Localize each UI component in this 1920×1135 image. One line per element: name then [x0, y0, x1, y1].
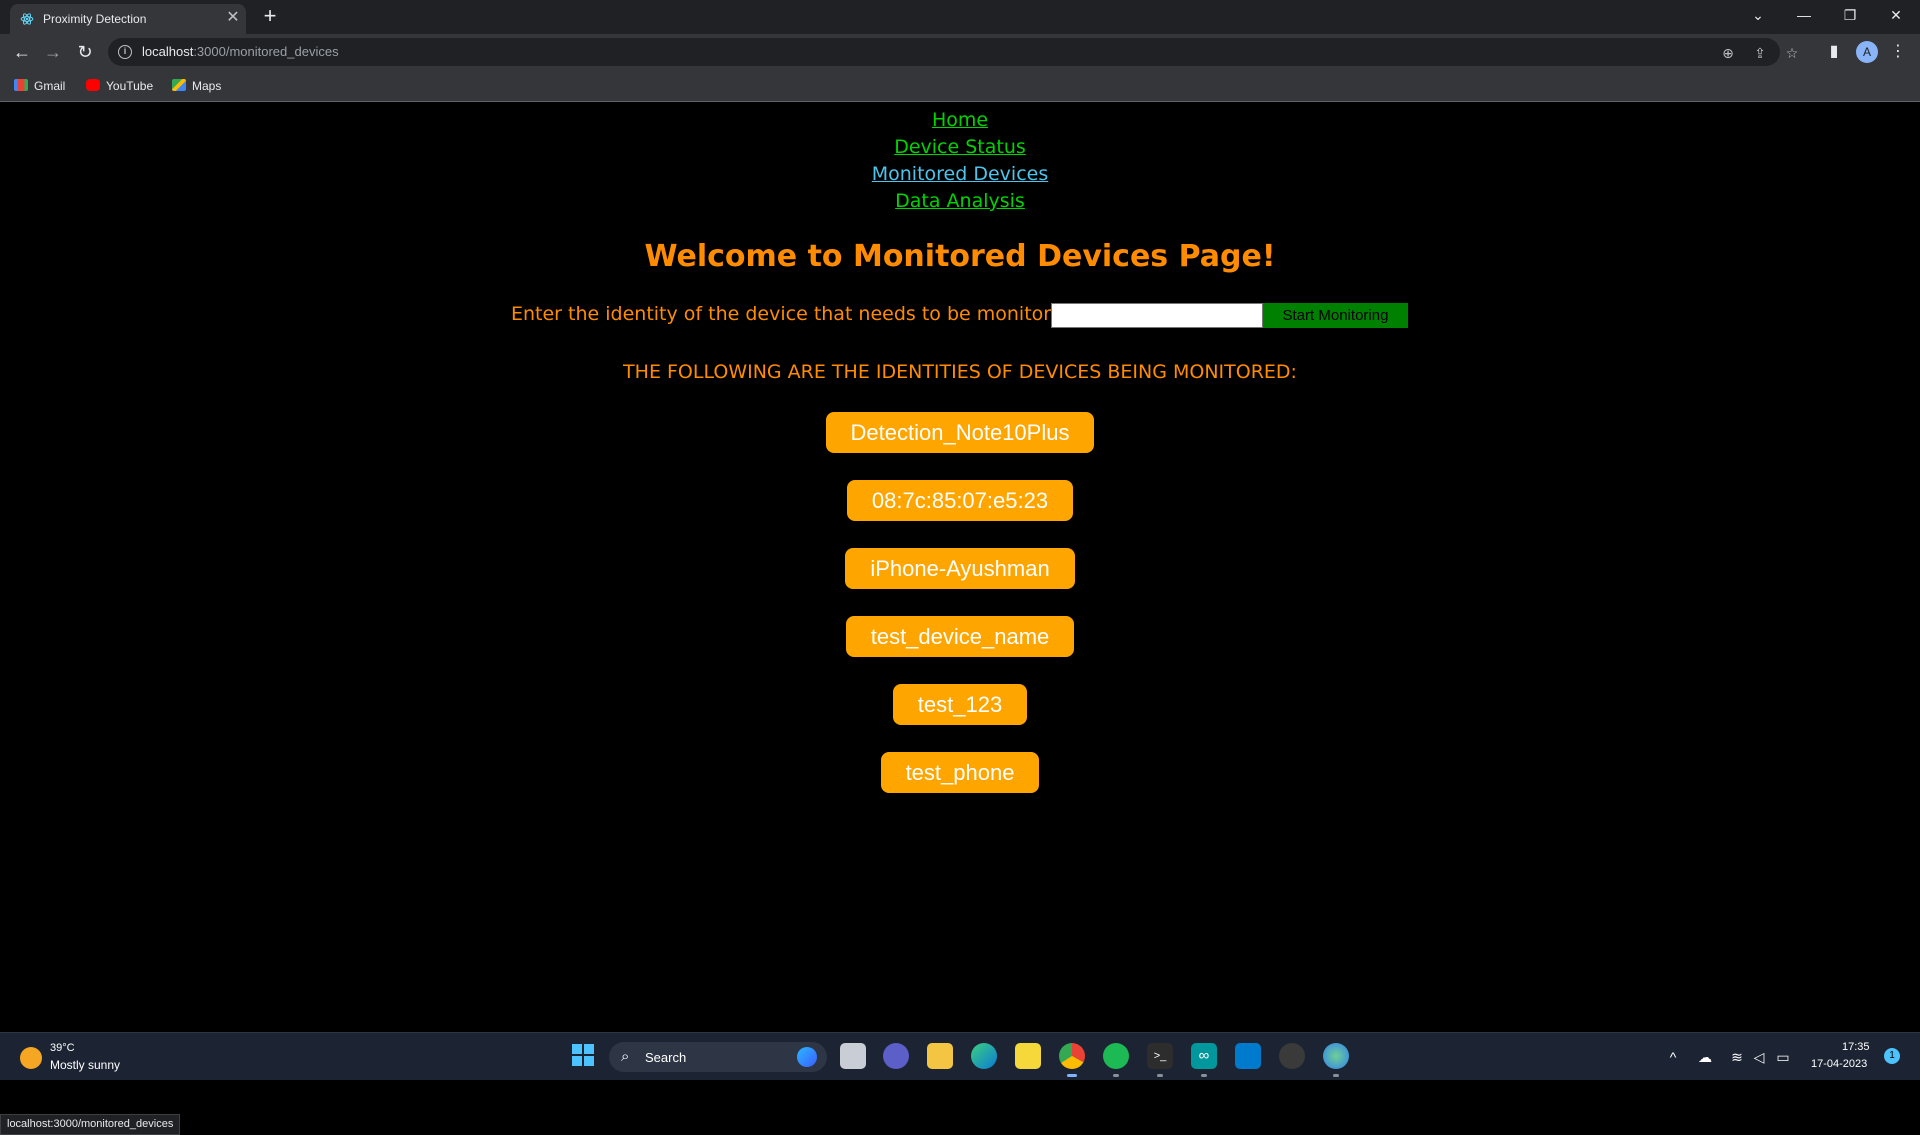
- device-list: Detection_Note10Plus 08:7c:85:07:e5:23 i…: [0, 412, 1920, 820]
- main-nav: Home Device Status Monitored Devices Dat…: [0, 107, 1920, 215]
- task-view-icon[interactable]: [840, 1043, 866, 1069]
- device-badge[interactable]: test_123: [892, 684, 1028, 725]
- weather-sun-icon[interactable]: [20, 1047, 42, 1069]
- nav-link-monitored-devices[interactable]: Monitored Devices: [0, 161, 1920, 188]
- device-identity-input[interactable]: [1051, 303, 1263, 328]
- url-text[interactable]: localhost:3000/monitored_devices: [142, 44, 339, 59]
- clock-time[interactable]: 17:35: [1842, 1041, 1870, 1053]
- device-badge[interactable]: test_device_name: [845, 616, 1075, 657]
- nav-link-data-analysis[interactable]: Data Analysis: [0, 188, 1920, 215]
- device-badge[interactable]: test_phone: [880, 752, 1040, 793]
- sticky-notes-icon[interactable]: [1015, 1043, 1041, 1069]
- device-badge[interactable]: 08:7c:85:07:e5:23: [846, 480, 1074, 521]
- device-identity-label: Enter the identity of the device that ne…: [511, 303, 1081, 325]
- globe-app-icon[interactable]: [1323, 1043, 1349, 1077]
- browser-toolbar: ← → ↻ i localhost:3000/monitored_devices…: [0, 34, 1920, 70]
- site-info-icon[interactable]: i: [118, 45, 132, 59]
- browser-tab-bar: Proximity Detection ✕ + ⌄ — ❐ ✕: [0, 0, 1920, 34]
- address-bar[interactable]: i localhost:3000/monitored_devices ⊕ ⇪ ☆: [108, 38, 1798, 66]
- show-hidden-icons-icon[interactable]: ^: [1664, 1047, 1682, 1067]
- start-monitoring-button[interactable]: Start Monitoring: [1263, 303, 1408, 328]
- forward-icon[interactable]: →: [41, 40, 65, 64]
- obs-icon[interactable]: [1279, 1043, 1305, 1069]
- browser-tab[interactable]: Proximity Detection ✕: [10, 4, 246, 34]
- bookmarks-bar: Gmail YouTube Maps: [0, 70, 1920, 102]
- bookmark-maps[interactable]: Maps: [172, 77, 221, 95]
- bing-icon[interactable]: [797, 1047, 817, 1067]
- onedrive-cloud-icon[interactable]: ☁: [1696, 1047, 1714, 1067]
- youtube-icon: [86, 79, 100, 91]
- volume-icon[interactable]: ◁: [1750, 1047, 1768, 1067]
- link-status-bar: localhost:3000/monitored_devices: [0, 1114, 181, 1135]
- weather-temperature[interactable]: 39°C: [50, 1042, 75, 1054]
- monitor-form: Enter the identity of the device that ne…: [0, 301, 1920, 329]
- bookmark-youtube[interactable]: YouTube: [86, 77, 153, 95]
- bookmark-star-icon[interactable]: ☆: [1782, 43, 1802, 63]
- nav-link-device-status[interactable]: Device Status: [0, 134, 1920, 161]
- tab-close-icon[interactable]: ✕: [224, 9, 242, 27]
- page-title: Welcome to Monitored Devices Page!: [644, 239, 1276, 274]
- arduino-icon[interactable]: ∞: [1191, 1043, 1217, 1077]
- search-label: Search: [645, 1050, 687, 1065]
- terminal-icon[interactable]: >_: [1147, 1043, 1173, 1077]
- react-icon: [20, 13, 34, 25]
- side-panel-icon[interactable]: ▮: [1822, 40, 1846, 64]
- taskbar-search[interactable]: ⌕ Search: [609, 1042, 827, 1072]
- menu-icon[interactable]: ⋮: [1886, 40, 1910, 64]
- clock-date[interactable]: 17-04-2023: [1811, 1058, 1867, 1070]
- nav-link-home[interactable]: Home: [0, 107, 1920, 134]
- page-content: Home Device Status Monitored Devices Dat…: [0, 103, 1920, 1135]
- chrome-icon[interactable]: [1059, 1043, 1085, 1077]
- tab-title: Proximity Detection: [43, 12, 147, 26]
- maps-icon: [172, 79, 186, 91]
- teams-chat-icon[interactable]: [883, 1043, 909, 1069]
- close-window-icon[interactable]: ✕: [1874, 0, 1918, 30]
- weather-description[interactable]: Mostly sunny: [50, 1058, 120, 1072]
- gmail-icon: [14, 79, 28, 91]
- search-icon: ⌕: [621, 1048, 630, 1065]
- device-badge[interactable]: Detection_Note10Plus: [825, 412, 1095, 453]
- wifi-icon[interactable]: ≋: [1728, 1047, 1746, 1067]
- windows-taskbar: 39°C Mostly sunny ⌕ Search >_ ∞ ^ ☁ ≋ ◁ …: [0, 1032, 1920, 1080]
- vscode-icon[interactable]: [1235, 1043, 1261, 1069]
- bookmark-gmail[interactable]: Gmail: [14, 77, 65, 95]
- notification-badge[interactable]: 1: [1884, 1048, 1900, 1064]
- restore-icon[interactable]: ❐: [1828, 0, 1872, 30]
- new-tab-button[interactable]: +: [258, 5, 282, 29]
- windows-start-icon[interactable]: [570, 1043, 596, 1069]
- device-badge[interactable]: iPhone-Ayushman: [845, 548, 1075, 589]
- spotify-icon[interactable]: [1103, 1043, 1129, 1077]
- back-icon[interactable]: ←: [10, 40, 34, 64]
- share-icon[interactable]: ⇪: [1750, 43, 1770, 63]
- reload-icon[interactable]: ↻: [73, 40, 97, 64]
- battery-icon[interactable]: ▭: [1774, 1047, 1792, 1067]
- minimize-icon[interactable]: —: [1782, 0, 1826, 30]
- edge-icon[interactable]: [971, 1043, 997, 1069]
- windows-logo-icon: [572, 1044, 594, 1066]
- file-explorer-icon[interactable]: [927, 1043, 953, 1069]
- tab-search-icon[interactable]: ⌄: [1736, 0, 1780, 30]
- profile-avatar[interactable]: A: [1856, 41, 1878, 63]
- zoom-icon[interactable]: ⊕: [1718, 43, 1738, 63]
- monitored-list-heading: THE FOLLOWING ARE THE IDENTITIES OF DEVI…: [623, 361, 1297, 383]
